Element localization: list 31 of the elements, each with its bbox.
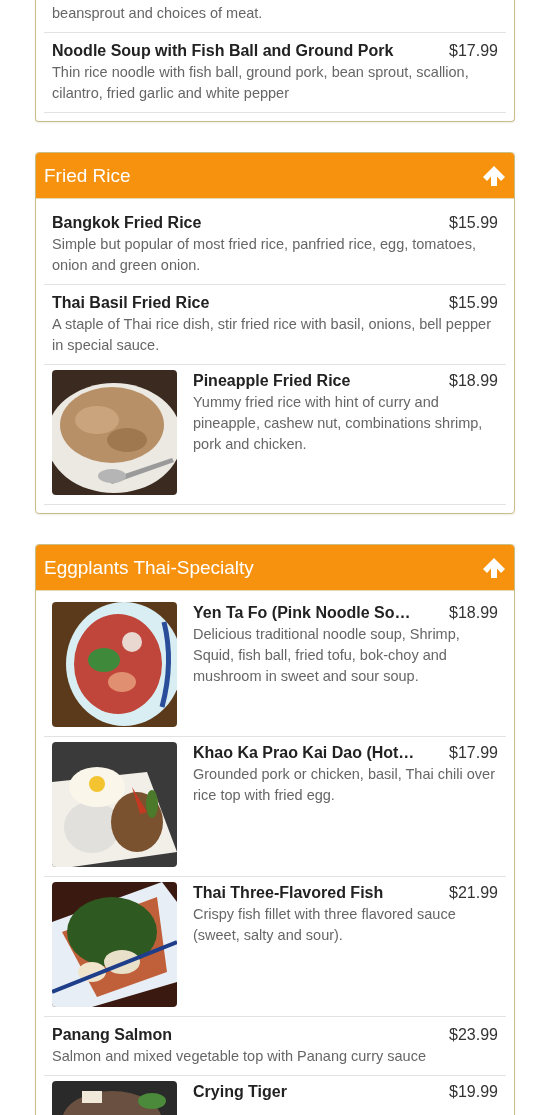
dish-description: Delicious traditional noodle soup, Shrimp, Squid, fish ball, fried tofu, bok-choy and mushroom in sweet and sour soup. xyxy=(193,625,461,686)
dish-name: Noodle Soup with Fish Ball and Ground Pork xyxy=(52,41,394,61)
dish-price: $19.99 xyxy=(449,1082,498,1102)
section-title: Eggplants Thai-Specialty xyxy=(44,556,254,579)
dish-price: $17.99 xyxy=(449,743,498,763)
dish-description: Thin rice noodle with fish ball, ground pork, bean sprout, scallion, cilantro, fried garlic and white pepper xyxy=(52,63,470,103)
dish-price: $15.99 xyxy=(449,293,498,313)
dish-description: Crispy fish fillet with three flavored sauce (sweet, salty and sour). xyxy=(193,905,457,945)
dish-description: Salmon and mixed vegetable top with Panang curry sauce xyxy=(52,1047,427,1066)
dish-description: Simple but popular of most fried rice, panfried rice, egg, tomatoes, onion and green onion. xyxy=(52,235,477,275)
dish-description: Yummy fried rice with hint of curry and pineapple, cashew nut, combinations shrimp, pork and chicken. xyxy=(193,393,484,454)
section-title: Fried Rice xyxy=(44,164,131,187)
dish-price: $23.99 xyxy=(449,1025,498,1045)
dish-description: A staple of Thai rice dish, stir fried rice with basil, onions, bell pepper in special sauce. xyxy=(52,315,492,355)
arrow-up-icon[interactable] xyxy=(482,163,506,188)
arrow-up-icon[interactable] xyxy=(482,555,506,580)
dish-name: Thai Three-Flavored Fish xyxy=(193,883,384,903)
dish-name: Bangkok Fried Rice xyxy=(52,213,202,233)
dish-name: Yen Ta Fo (Pink Noodle So… xyxy=(193,603,411,623)
dish-description: Grounded pork or chicken, basil, Thai chili over rice top with fried egg. xyxy=(193,765,496,805)
dish-name: Thai Basil Fried Rice xyxy=(52,293,210,313)
dish-price: $21.99 xyxy=(449,883,498,903)
dish-price: $17.99 xyxy=(449,41,498,61)
dish-name: Crying Tiger xyxy=(193,1082,287,1102)
dish-price: $15.99 xyxy=(449,213,498,233)
dish-name: Panang Salmon xyxy=(52,1025,173,1045)
dish-name: Pineapple Fried Rice xyxy=(193,371,351,391)
dish-name: Khao Ka Prao Kai Dao (Hot… xyxy=(193,743,415,763)
dish-description: beansprout and choices of meat. xyxy=(52,4,264,23)
dish-price: $18.99 xyxy=(449,603,498,623)
dish-price: $18.99 xyxy=(449,371,498,391)
